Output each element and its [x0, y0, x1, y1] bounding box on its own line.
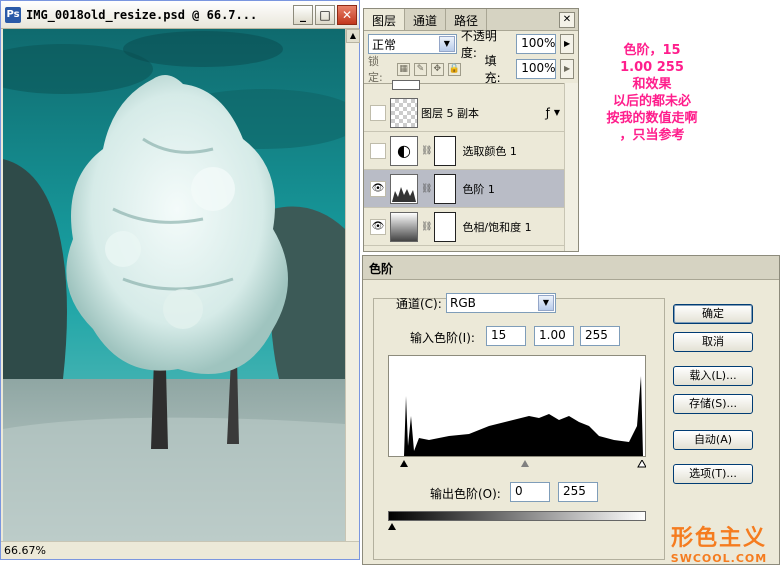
minimize-button[interactable]: _ [293, 4, 313, 25]
input-levels-label: 输入色阶(I): [410, 331, 475, 345]
swcool-logo: 形色主义 SWCOOL.COM [660, 520, 778, 565]
fill-input[interactable]: 100% [516, 59, 557, 79]
layer-row[interactable]: ◐ ⛓ 选取颜色 1 [364, 132, 564, 170]
histogram [388, 355, 646, 457]
lock-transparency-icon[interactable]: ▦ [397, 62, 411, 76]
layer-list: 图层 5 副本 ƒ ▼ ◐ ⛓ 选取颜色 1 👁 ⛓ 色阶 1 👁 ⛓ 色相/饱… [364, 80, 564, 251]
opacity-arrow-icon[interactable]: ▶ [560, 34, 574, 54]
layer-row-partial[interactable] [364, 78, 564, 92]
layers-panel: 图层 通道 路径 ✕ 正常 ▼ 不透明度: 100% ▶ 锁定: ▦ ✎ ✥ 🔒… [363, 8, 579, 252]
layer-mask-thumbnail [434, 135, 457, 166]
output-white-field[interactable]: 255 [558, 482, 598, 502]
layer-mask-thumbnail [434, 211, 457, 242]
channel-value: RGB [450, 296, 476, 310]
annotation-note: 色阶，15 1.00 255 和效果 以后的都未必 按我的数值走啊 ，只当参考 [582, 42, 722, 144]
layer-name: 色相/饱和度 1 [462, 220, 532, 234]
layer-mask-thumbnail [434, 173, 457, 204]
expand-arrow-icon[interactable]: ▼ [554, 108, 560, 117]
link-chain-icon: ⛓ [421, 183, 433, 194]
tab-channels[interactable]: 通道 [405, 9, 447, 30]
fill-arrow-icon[interactable]: ▶ [560, 59, 574, 79]
logo-url: SWCOOL.COM [670, 552, 768, 565]
layer-thumbnail [390, 97, 418, 128]
blend-opacity-row: 正常 ▼ 不透明度: 100% ▶ [364, 29, 578, 60]
save-button[interactable]: 存储(S)... [673, 394, 753, 414]
tab-layers[interactable]: 图层 [364, 9, 406, 30]
layers-scrollbar[interactable] [564, 83, 578, 251]
input-white-field[interactable]: 255 [580, 326, 620, 346]
auto-button[interactable]: 自动(A) [673, 430, 753, 450]
input-gamma-field[interactable]: 1.00 [534, 326, 574, 346]
photoshop-document-icon: Ps [5, 6, 21, 23]
panel-close-icon[interactable]: ✕ [559, 12, 575, 28]
close-button[interactable]: ✕ [337, 4, 357, 25]
annotation-line: 按我的数值走啊 [606, 111, 698, 126]
link-chain-icon: ⛓ [421, 145, 433, 156]
annotation-line: 以后的都未必 [612, 94, 691, 109]
selective-color-adjustment-icon: ◐ [390, 135, 418, 166]
image-document-window: Ps IMG_0018old_resize.psd @ 66.7... _ □ … [0, 0, 360, 560]
layer-row[interactable]: 图层 5 副本 ƒ ▼ [364, 94, 564, 132]
logo-text: 形色主义 [670, 526, 767, 551]
levels-group: 通道(C): RGB ▼ 输入色阶(I): 15 1.00 255 输出色阶(O… [373, 293, 665, 560]
output-gradient-bar [388, 511, 646, 521]
link-chain-icon: ⛓ [421, 221, 433, 232]
layer-thumbnail [392, 80, 420, 90]
output-black-handle-icon[interactable] [388, 523, 400, 531]
layer-name: 色阶 1 [462, 182, 495, 196]
blend-mode-value: 正常 [372, 37, 397, 52]
maximize-button[interactable]: □ [315, 4, 335, 25]
lock-brush-icon[interactable]: ✎ [414, 62, 427, 76]
layer-row[interactable]: 👁 ⛓ 色相/饱和度 1 [364, 208, 564, 246]
channel-label: 通道(C): [396, 297, 442, 311]
load-button[interactable]: 载入(L)... [673, 366, 753, 386]
eye-icon[interactable]: 👁 [370, 218, 386, 235]
visibility-toggle[interactable] [370, 104, 386, 121]
image-vertical-scrollbar[interactable]: ▲ [345, 29, 360, 541]
ok-button[interactable]: 确定 [673, 304, 753, 324]
cancel-button[interactable]: 取消 [673, 332, 753, 352]
levels-dialog: 色阶 通道(C): RGB ▼ 输入色阶(I): 15 1.00 255 输出色… [362, 255, 780, 565]
photo-infrared-tree [3, 29, 345, 541]
layer-row-selected[interactable]: 👁 ⛓ 色阶 1 [364, 170, 564, 208]
black-point-handle-icon [400, 460, 408, 467]
output-black-field[interactable]: 0 [510, 482, 550, 502]
image-window-titlebar: Ps IMG_0018old_resize.psd @ 66.7... _ □ … [1, 1, 359, 29]
gamma-handle-icon [521, 460, 529, 467]
chevron-down-icon: ▼ [438, 36, 455, 52]
image-canvas[interactable] [3, 29, 345, 541]
zoom-status: 66.67% [1, 541, 359, 559]
output-levels-label: 输出色阶(O): [430, 487, 501, 501]
blend-mode-select[interactable]: 正常 ▼ [368, 34, 457, 54]
chevron-down-icon: ▼ [538, 295, 554, 311]
scroll-up-arrow-icon[interactable]: ▲ [346, 29, 360, 43]
annotation-line: 和效果 [632, 77, 672, 92]
white-point-handle-icon [637, 458, 647, 468]
layer-name: 图层 5 副本 [421, 106, 479, 120]
lock-all-icon[interactable]: 🔒 [447, 62, 461, 76]
layer-name: 选取颜色 1 [462, 144, 517, 158]
visibility-toggle[interactable] [370, 142, 386, 159]
input-black-field[interactable]: 15 [486, 326, 526, 346]
image-window-title: IMG_0018old_resize.psd @ 66.7... [26, 7, 258, 22]
levels-dialog-title: 色阶 [363, 256, 779, 280]
options-button[interactable]: 选项(T)... [673, 464, 753, 484]
lock-move-icon[interactable]: ✥ [430, 62, 444, 76]
hue-saturation-adjustment-icon [390, 211, 418, 242]
channel-select[interactable]: RGB ▼ [446, 293, 556, 313]
annotation-line: 1.00 255 [620, 60, 684, 75]
opacity-input[interactable]: 100% [516, 34, 557, 54]
levels-adjustment-icon [390, 173, 418, 204]
annotation-line: ，只当参考 [619, 128, 685, 143]
annotation-line: 色阶，15 [623, 43, 681, 58]
input-levels-slider[interactable] [388, 458, 647, 468]
eye-icon[interactable]: 👁 [370, 180, 386, 197]
layer-effects-icon[interactable]: ƒ [546, 106, 550, 120]
